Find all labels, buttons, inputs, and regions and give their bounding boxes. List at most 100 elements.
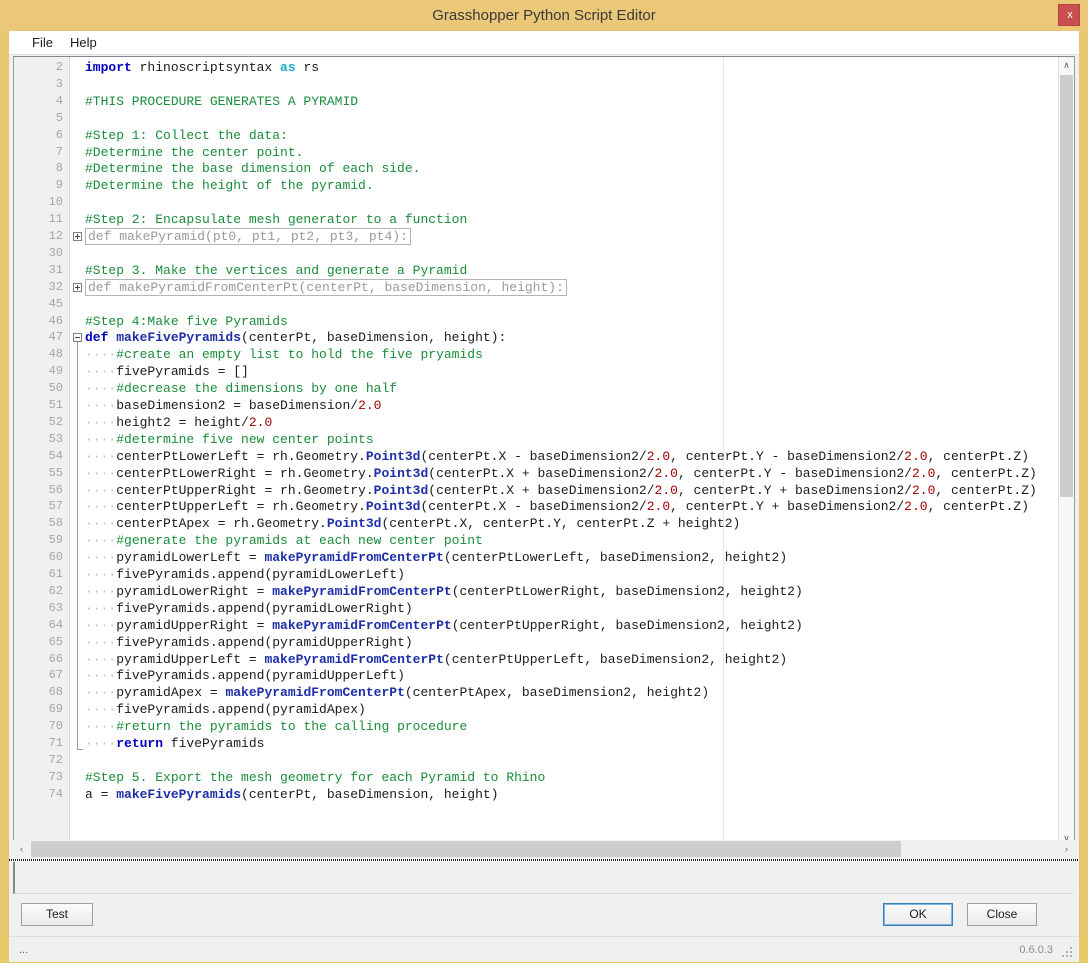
code-line[interactable]: ····fivePyramids.append(pyramidLowerLeft… [85, 566, 405, 583]
code-token: Point3d [365, 499, 421, 515]
code-token: 2.0 [358, 398, 382, 413]
scroll-right-icon[interactable]: › [1058, 840, 1075, 858]
code-token: 2.0 [654, 465, 678, 481]
code-line[interactable]: ····#return the pyramids to the calling … [85, 718, 467, 735]
code-line[interactable]: ····#generate the pyramids at each new c… [85, 532, 483, 549]
code-editor[interactable]: 2 3 4 5 6 7 8 9 10 11 12 30 31 32 45 46 47 48 49 50 51 52 53 54… [13, 56, 1075, 848]
code-line[interactable]: #Step 5. Export the mesh geometry for ea… [85, 769, 545, 786]
code-token: ···· [85, 567, 117, 582]
code-token: Point3d [326, 516, 382, 532]
code-line[interactable]: #Step 3. Make the vertices and generate … [85, 262, 467, 279]
code-token: #Step 4:Make five Pyramids [85, 313, 288, 329]
code-line[interactable]: import rhinoscriptsyntax as rs [85, 59, 319, 76]
fold-margin[interactable] [70, 57, 85, 847]
scroll-up-icon[interactable]: ∧ [1059, 57, 1074, 74]
line-number: 66 [48, 651, 63, 666]
code-line[interactable]: def makePyramidFromCenterPt(centerPt, ba… [85, 278, 567, 296]
code-line[interactable]: ····centerPtApex = rh.Geometry.Point3d(c… [85, 515, 740, 532]
close-button-footer[interactable]: Close [967, 903, 1037, 926]
vertical-scrollbar-thumb[interactable] [1060, 75, 1073, 497]
line-number: 12 [48, 229, 63, 243]
code-line[interactable]: ····fivePyramids.append(pyramidLowerRigh… [85, 600, 413, 617]
code-token: (centerPt.X + baseDimension2/ [428, 465, 655, 481]
line-number: 4 [55, 93, 63, 108]
code-line[interactable]: ····fivePyramids.append(pyramidUpperRigh… [85, 634, 413, 651]
code-line[interactable]: a = makeFivePyramids(centerPt, baseDimen… [85, 786, 499, 803]
code-line[interactable]: ····centerPtUpperLeft = rh.Geometry.Poin… [85, 498, 1029, 515]
code-token: #Step 2: Encapsulate mesh generator to a… [85, 212, 468, 228]
collapsed-code-block[interactable]: def makePyramidFromCenterPt(centerPt, ba… [85, 278, 567, 296]
code-token: #THIS PROCEDURE GENERATES A PYRAMID [85, 93, 359, 109]
line-number: 9 [55, 178, 63, 193]
fold-expand-icon[interactable] [73, 232, 82, 241]
fold-expand-icon[interactable] [73, 282, 82, 292]
code-token: pyramidUpperLeft = [116, 651, 265, 667]
line-number: 10 [48, 195, 63, 210]
code-line[interactable]: ····centerPtLowerRight = rh.Geometry.Poi… [85, 465, 1037, 482]
code-line[interactable]: ····baseDimension2 = baseDimension/2.0 [85, 397, 381, 414]
line-number: 49 [48, 364, 63, 379]
resize-grip-icon[interactable] [1062, 947, 1074, 959]
ok-button[interactable]: OK [883, 903, 953, 926]
code-line[interactable]: def makeFivePyramids(centerPt, baseDimen… [85, 329, 506, 346]
code-token: #Determine the center point. [85, 144, 304, 160]
code-token: ···· [85, 719, 117, 735]
code-line[interactable]: #Step 2: Encapsulate mesh generator to a… [85, 211, 467, 228]
code-line[interactable]: ····#determine five new center points [85, 431, 374, 448]
horizontal-scrollbar-thumb[interactable] [31, 841, 901, 857]
test-button[interactable]: Test [21, 903, 93, 926]
code-line[interactable]: #Determine the base dimension of each si… [85, 160, 420, 177]
code-token: 2.0 [654, 482, 678, 498]
code-token: ···· [85, 702, 117, 718]
code-line[interactable]: ····fivePyramids.append(pyramidUpperLeft… [85, 667, 405, 684]
line-number: 55 [48, 465, 63, 480]
code-line[interactable]: ····#decrease the dimensions by one half [85, 380, 397, 397]
close-window-button[interactable]: x [1058, 4, 1080, 26]
horizontal-scrollbar[interactable]: ‹ › [13, 840, 1075, 858]
code-token: fivePyramids = [] [116, 364, 249, 380]
code-line[interactable]: ····centerPtLowerLeft = rh.Geometry.Poin… [85, 448, 1029, 465]
code-line[interactable]: ····pyramidUpperLeft = makePyramidFromCe… [85, 651, 787, 668]
code-line[interactable]: ····pyramidApex = makePyramidFromCenterP… [85, 684, 709, 701]
line-number: 52 [48, 414, 63, 429]
code-line[interactable]: #THIS PROCEDURE GENERATES A PYRAMID [85, 93, 358, 110]
code-token: rhinoscriptsyntax [131, 60, 281, 75]
code-line[interactable]: ····pyramidUpperRight = makePyramidFromC… [85, 617, 803, 634]
code-token: 2.0 [911, 482, 936, 498]
output-console[interactable] [13, 862, 1073, 894]
code-token: ···· [85, 465, 117, 481]
vertical-scrollbar[interactable]: ∧ ∨ [1058, 57, 1074, 847]
code-token: makePyramidFromCenterPt [272, 617, 452, 633]
line-number: 60 [48, 550, 63, 565]
menu-item-file[interactable]: File [23, 31, 62, 55]
code-line[interactable]: ····#create an empty list to hold the fi… [85, 346, 483, 363]
code-token: (centerPt, baseDimension, height) [241, 786, 499, 802]
code-line[interactable]: #Step 1: Collect the data: [85, 127, 288, 144]
code-line[interactable]: ····centerPtUpperRight = rh.Geometry.Poi… [85, 482, 1037, 499]
code-line[interactable]: ····pyramidLowerRight = makePyramidFromC… [85, 583, 803, 600]
code-line[interactable]: #Step 4:Make five Pyramids [85, 313, 288, 330]
code-line[interactable]: ····pyramidLowerLeft = makePyramidFromCe… [85, 549, 787, 566]
line-number: 63 [48, 600, 63, 615]
code-line[interactable]: ····fivePyramids.append(pyramidApex) [85, 701, 366, 718]
code-line[interactable]: ····return fivePyramids [85, 735, 264, 752]
code-line[interactable]: def makePyramid(pt0, pt1, pt2, pt3, pt4)… [85, 228, 411, 245]
code-token: 2.0 [904, 499, 928, 515]
code-line[interactable]: #Determine the center point. [85, 144, 303, 161]
line-number: 57 [48, 499, 63, 514]
line-number: 56 [48, 482, 63, 497]
line-number: 64 [48, 617, 63, 632]
fold-collapse-icon[interactable] [73, 333, 82, 343]
code-text-area[interactable]: import rhinoscriptsyntax as rs #THIS PROC… [85, 57, 1074, 847]
code-line[interactable]: ····fivePyramids = [] [85, 363, 249, 380]
line-number: 71 [48, 736, 63, 750]
code-token: (centerPtLowerRight, baseDimension2, hei… [451, 583, 803, 599]
scroll-left-icon[interactable]: ‹ [13, 840, 30, 858]
collapsed-code-block[interactable]: def makePyramid(pt0, pt1, pt2, pt3, pt4)… [85, 228, 411, 245]
code-line[interactable]: #Determine the height of the pyramid. [85, 177, 374, 194]
code-token: makePyramidFromCenterPt [264, 651, 444, 667]
menu-item-help[interactable]: Help [61, 31, 106, 55]
panel-splitter[interactable] [9, 859, 1079, 861]
code-line[interactable]: ····height2 = height/2.0 [85, 414, 272, 431]
close-icon: x [1067, 9, 1073, 21]
